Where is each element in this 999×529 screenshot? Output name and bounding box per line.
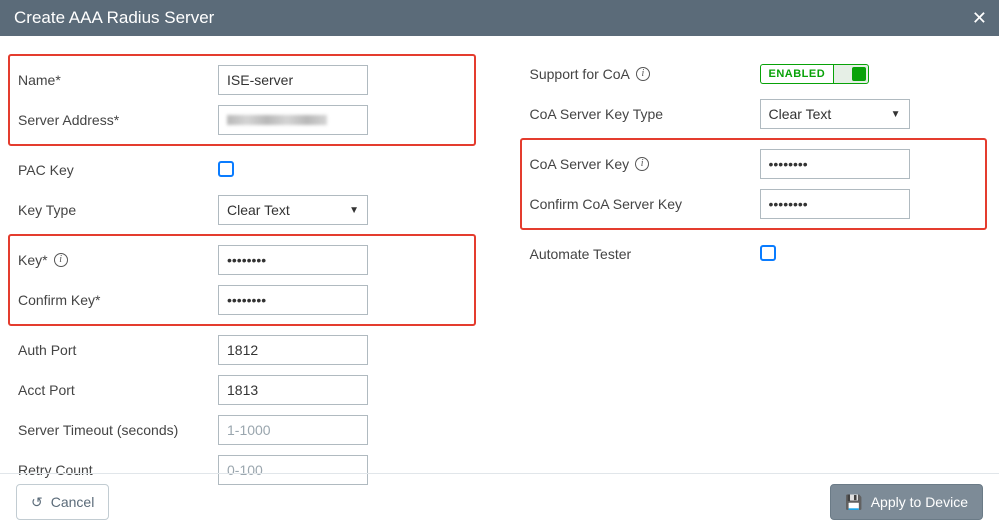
dialog-content: Name* Server Address* PAC Key [0,36,999,500]
server-address-input[interactable] [218,105,368,135]
right-column: Support for CoA i ENABLED CoA Server Key… [530,54,982,490]
support-coa-label: Support for CoA i [530,66,760,82]
server-address-label: Server Address* [18,112,218,128]
confirm-coa-server-key-input[interactable] [760,189,910,219]
key-label: Key* i [18,252,218,268]
confirm-key-label: Confirm Key* [18,292,218,308]
auth-port-label: Auth Port [18,342,218,358]
server-timeout-input[interactable] [218,415,368,445]
chevron-down-icon: ▼ [891,109,901,120]
coa-key-type-label: CoA Server Key Type [530,106,760,122]
dialog-title: Create AAA Radius Server [14,8,214,27]
pac-key-label: PAC Key [18,162,218,178]
name-input[interactable] [218,65,368,95]
support-coa-toggle[interactable]: ENABLED [760,64,870,84]
key-input[interactable] [218,245,368,275]
pac-key-checkbox[interactable] [218,161,234,177]
confirm-key-input[interactable] [218,285,368,315]
highlight-group-keys: Key* i Confirm Key* [8,234,476,326]
confirm-coa-server-key-label: Confirm CoA Server Key [530,196,760,212]
key-type-label: Key Type [18,202,218,218]
highlight-group-name-address: Name* Server Address* [8,54,476,146]
key-type-select[interactable]: Clear Text ▼ [218,195,368,225]
cancel-button[interactable]: ↺ Cancel [16,484,109,520]
auth-port-input[interactable] [218,335,368,365]
save-icon: 💾 [845,495,862,509]
coa-key-type-select[interactable]: Clear Text ▼ [760,99,910,129]
automate-tester-checkbox[interactable] [760,245,776,261]
coa-server-key-input[interactable] [760,149,910,179]
acct-port-input[interactable] [218,375,368,405]
coa-key-type-value: Clear Text [769,106,832,122]
cancel-button-label: Cancel [51,494,95,510]
left-column: Name* Server Address* PAC Key [18,54,470,490]
server-address-blurred [227,115,327,125]
close-icon[interactable]: ✕ [972,0,987,36]
apply-button-label: Apply to Device [871,494,968,510]
apply-button[interactable]: 💾 Apply to Device [830,484,983,520]
server-timeout-label: Server Timeout (seconds) [18,422,218,438]
coa-server-key-label: CoA Server Key i [530,156,760,172]
acct-port-label: Acct Port [18,382,218,398]
info-icon[interactable]: i [635,157,649,171]
undo-icon: ↺ [31,495,43,509]
toggle-status-label: ENABLED [760,64,834,84]
highlight-group-coa-keys: CoA Server Key i Confirm CoA Server Key [520,138,988,230]
info-icon[interactable]: i [54,253,68,267]
dialog-titlebar: Create AAA Radius Server ✕ [0,0,999,36]
name-label: Name* [18,72,218,88]
automate-tester-label: Automate Tester [530,246,760,262]
dialog-footer: ↺ Cancel 💾 Apply to Device [0,473,999,529]
chevron-down-icon: ▼ [349,205,359,216]
key-type-value: Clear Text [227,202,290,218]
info-icon[interactable]: i [636,67,650,81]
